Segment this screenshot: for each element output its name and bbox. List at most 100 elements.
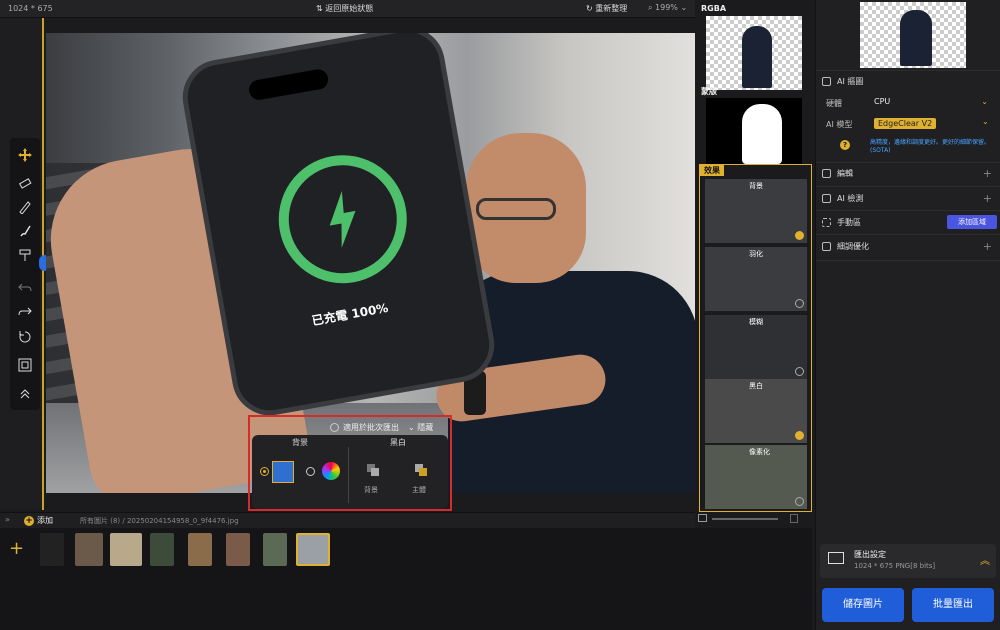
export-info: 1024 * 675 PNG[8 bits] — [854, 562, 936, 570]
reset-icon[interactable] — [16, 328, 34, 346]
ai-model-label: AI 模型 — [826, 120, 853, 129]
ai-detect-label: AI 檢測 — [837, 194, 864, 203]
frame-icon[interactable] — [16, 356, 34, 374]
redo-icon[interactable] — [16, 302, 34, 320]
monitor-icon — [828, 552, 844, 564]
hardware-select[interactable]: CPU ⌄ — [870, 95, 990, 109]
phone-camera — [247, 67, 330, 102]
phone-charge-text: 已充電 100% — [310, 300, 390, 329]
thumbnail-8-selected[interactable] — [296, 533, 330, 566]
effect-name: 背景 — [749, 182, 763, 190]
manual-area-icon — [822, 218, 831, 227]
batch-export-button[interactable]: 批量匯出 — [912, 588, 994, 622]
image-dimensions: 1024 * 675 — [8, 4, 53, 13]
charging-ring — [268, 145, 417, 294]
filmstrip: + — [0, 528, 812, 570]
thumbnail-1[interactable] — [40, 533, 64, 566]
effect-name: 羽化 — [749, 250, 763, 258]
collapse-strip-icon[interactable]: » — [5, 515, 10, 524]
preview-column: RGBA 蒙版 效果 背景 羽化 模糊 黑白 像素化 — [697, 0, 813, 512]
help-icon[interactable]: ? — [840, 140, 850, 150]
thumbnail-4[interactable] — [150, 533, 174, 566]
undo-icon[interactable] — [16, 278, 34, 296]
image-icon — [698, 514, 707, 522]
add-label: 添加 — [37, 516, 53, 525]
thumbnail-5[interactable] — [188, 533, 212, 566]
bw-header: 黑白 — [390, 438, 406, 447]
add-refine-icon[interactable]: + — [983, 240, 992, 253]
edit-label: 編輯 — [837, 169, 853, 178]
filmstrip-header: » + 添加 所有圖片 (8) / 20250204154958_0_9f4476… — [0, 512, 695, 528]
hardware-label: 硬體 — [826, 99, 842, 108]
effect-check-icon[interactable] — [795, 431, 804, 440]
effect-check-icon[interactable] — [795, 231, 804, 240]
color-picker-icon[interactable] — [322, 462, 340, 480]
ai-model-select[interactable]: EdgeClear V2 — [874, 118, 937, 129]
rgba-subject — [742, 26, 772, 88]
apply-batch-toggle[interactable]: 適用於批次匯出 — [330, 422, 399, 433]
color-bg-radio[interactable] — [306, 467, 315, 476]
thumbnail-7[interactable] — [263, 533, 287, 566]
all-images-label: 所有圖片 (8) — [80, 517, 121, 525]
effect-pixelate[interactable]: 像素化 — [705, 445, 807, 509]
settings-panel: AI 摳圖 硬體 CPU ⌄ AI 模型 EdgeClear V2 ⌄ ? 高精度… — [815, 0, 1000, 630]
refine-section[interactable]: 細調優化 + — [822, 240, 996, 253]
add-edit-icon[interactable]: + — [983, 167, 992, 180]
reorganize-button[interactable]: ↻ 重新整理 — [586, 3, 627, 14]
rgba-label: RGBA — [701, 4, 727, 13]
pencil-icon[interactable] — [16, 198, 34, 216]
save-image-button[interactable]: 儲存圖片 — [822, 588, 904, 622]
edit-section[interactable]: 編輯 + — [822, 167, 996, 180]
effect-background[interactable]: 背景 — [705, 179, 807, 243]
brush-icon[interactable] — [16, 222, 34, 240]
ai-detect-section[interactable]: AI 檢測 + — [822, 192, 996, 205]
thumbnail-3[interactable] — [110, 533, 142, 566]
move-tool-icon[interactable] — [16, 146, 34, 164]
collapse-icon[interactable] — [16, 384, 34, 402]
reorganize-label: 重新整理 — [595, 4, 628, 13]
trash-icon[interactable] — [790, 514, 798, 523]
mask-silhouette — [742, 104, 782, 164]
filmstrip-footer — [0, 570, 812, 630]
lightning-icon — [329, 190, 356, 248]
export-settings[interactable]: 匯出設定 1024 * 675 PNG[8 bits] ︽ — [820, 544, 996, 578]
chevron-down-icon[interactable]: ⌄ — [982, 117, 989, 126]
chevron-down-icon: ⌄ — [981, 97, 988, 106]
effect-check-icon[interactable] — [795, 299, 804, 308]
paint-roller-icon[interactable] — [16, 246, 34, 264]
top-toolbar: 1024 * 675 ⇅ 返回原始狀態 ↻ 重新整理 ⌕ 199% ⌄ — [0, 0, 695, 18]
image-bg-icon[interactable] — [272, 461, 294, 483]
separator — [816, 234, 1000, 235]
zoom-control[interactable]: ⌕ 199% ⌄ — [648, 3, 687, 13]
file-path: 所有圖片 (8) / 20250204154958_0_9f4476.jpg — [80, 516, 239, 526]
thumb-size-slider[interactable] — [712, 518, 778, 520]
add-detect-icon[interactable]: + — [983, 192, 992, 205]
action-buttons: 儲存圖片 批量匯出 — [822, 586, 998, 626]
bw-subject-icon[interactable] — [414, 463, 428, 477]
mask-label: 蒙版 — [701, 87, 717, 96]
zoom-value: 199% — [655, 3, 678, 12]
effect-check-icon[interactable] — [795, 497, 804, 506]
bw-background-icon[interactable] — [366, 463, 380, 477]
hide-label: 隱藏 — [417, 423, 434, 432]
mask-preview[interactable] — [706, 98, 802, 164]
effect-bw[interactable]: 黑白 — [705, 379, 807, 443]
image-bg-radio[interactable] — [260, 467, 269, 476]
hide-button[interactable]: ⌄ 隱藏 — [408, 422, 433, 433]
chevron-up-icon[interactable]: ︽ — [980, 552, 990, 567]
effect-blur[interactable]: 模糊 — [705, 315, 807, 379]
effect-check-icon[interactable] — [795, 367, 804, 376]
add-image-button[interactable]: + 添加 — [24, 515, 53, 526]
effect-feather[interactable]: 羽化 — [705, 247, 807, 311]
add-image-plus-icon[interactable]: + — [9, 538, 24, 559]
add-area-button[interactable]: 添加區域 — [947, 215, 997, 229]
thumbnail-2[interactable] — [75, 533, 103, 566]
eraser-icon[interactable] — [16, 174, 34, 192]
manual-area-label: 手動區 — [837, 218, 861, 227]
thumbnail-6[interactable] — [226, 533, 250, 566]
path-label: / 20250204154958_0_9f4476.jpg — [122, 517, 239, 525]
rgba-preview[interactable] — [706, 16, 802, 90]
apply-batch-radio[interactable] — [330, 423, 339, 432]
revert-button[interactable]: ⇅ 返回原始狀態 — [316, 3, 373, 14]
result-subject — [900, 10, 932, 66]
